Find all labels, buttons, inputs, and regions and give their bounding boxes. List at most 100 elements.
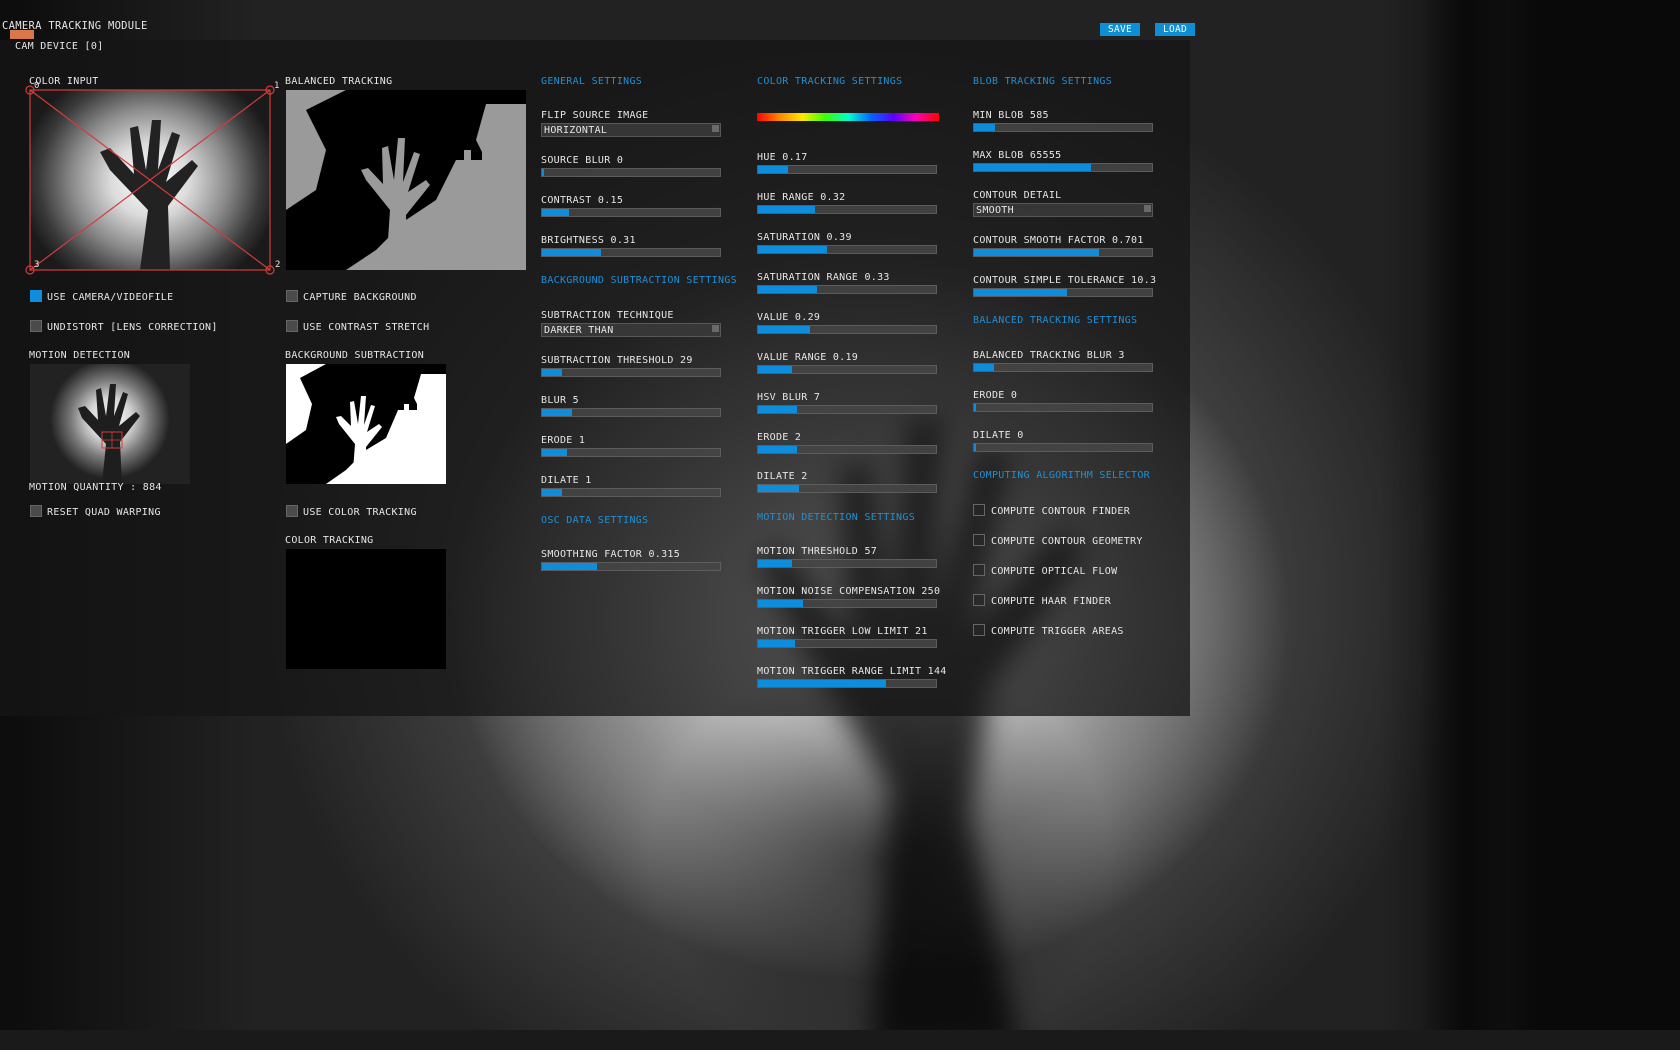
balanced-erode-slider[interactable]	[973, 403, 1153, 412]
capture-background-checkbox[interactable]	[286, 290, 298, 302]
slider-fill	[542, 449, 567, 456]
slider-fill	[542, 169, 544, 176]
silhouette-image-icon	[286, 364, 446, 484]
slider-fill	[974, 364, 994, 371]
load-button[interactable]: LOAD	[1155, 23, 1195, 36]
slider-fill	[758, 446, 798, 453]
use-color-tracking-checkbox[interactable]	[286, 505, 298, 517]
balanced-blur-slider[interactable]	[973, 363, 1153, 372]
use-camera-label: USE CAMERA/VIDEOFILE	[47, 292, 174, 303]
slider-fill	[542, 489, 562, 496]
contour-detail-value: SMOOTH	[976, 205, 1014, 216]
hue-range-slider[interactable]	[757, 205, 937, 214]
slider-label: DILATE 0	[973, 430, 1024, 441]
max-blob-slider[interactable]	[973, 163, 1153, 172]
min-blob-slider[interactable]	[973, 123, 1153, 132]
reset-quad-checkbox[interactable]	[30, 505, 42, 517]
contrast-stretch-label: USE CONTRAST STRETCH	[303, 322, 430, 333]
color-dilate-slider[interactable]	[757, 484, 937, 493]
blob-tracking-settings-title: BLOB TRACKING SETTINGS	[973, 76, 1113, 87]
quad-corner-label-0: 0	[34, 81, 40, 91]
brightness-slider[interactable]	[541, 248, 721, 257]
slider-label: BRIGHTNESS 0.31	[541, 235, 636, 246]
source-blur-slider[interactable]	[541, 168, 721, 177]
slider-label: CONTRAST 0.15	[541, 195, 624, 206]
background-subtraction-settings-title: BACKGROUND SUBTRACTION SETTINGS	[541, 275, 737, 286]
motion-threshold-slider[interactable]	[757, 559, 937, 568]
motion-trigger-low-slider[interactable]	[757, 639, 937, 648]
compute-haar-finder-checkbox[interactable]	[973, 594, 985, 606]
subtraction-technique-value: DARKER THAN	[544, 325, 614, 336]
slider-fill	[758, 246, 828, 253]
contrast-slider[interactable]	[541, 208, 721, 217]
balanced-tracking-title: BALANCED TRACKING	[285, 76, 393, 87]
color-erode-slider[interactable]	[757, 445, 937, 454]
motion-noise-slider[interactable]	[757, 599, 937, 608]
contour-detail-dropdown[interactable]: SMOOTH	[973, 203, 1153, 217]
slider-fill	[758, 166, 789, 173]
slider-fill	[974, 289, 1067, 296]
saturation-slider[interactable]	[757, 245, 937, 254]
slider-label: MOTION TRIGGER LOW LIMIT 21	[757, 626, 928, 637]
cam-device-label[interactable]: CAM DEVICE [0]	[15, 41, 104, 52]
subtraction-technique-dropdown[interactable]: DARKER THAN	[541, 323, 721, 337]
algorithm-item-label: COMPUTE CONTOUR FINDER	[991, 506, 1131, 517]
background-bottom-strip	[0, 1030, 1680, 1050]
smoothing-factor-slider[interactable]	[541, 562, 721, 571]
background-curtain-fold	[1420, 0, 1510, 1050]
slider-label: SATURATION RANGE 0.33	[757, 272, 890, 283]
slider-fill	[974, 164, 1092, 171]
contrast-stretch-checkbox[interactable]	[286, 320, 298, 332]
slider-label: SATURATION 0.39	[757, 232, 852, 243]
saturation-range-slider[interactable]	[757, 285, 937, 294]
use-camera-checkbox[interactable]	[30, 290, 42, 302]
motion-trigger-range-slider[interactable]	[757, 679, 937, 688]
save-button[interactable]: SAVE	[1100, 23, 1140, 36]
slider-label: MOTION NOISE COMPENSATION 250	[757, 586, 941, 597]
general-settings-title: GENERAL SETTINGS	[541, 76, 643, 87]
contour-detail-label: CONTOUR DETAIL	[973, 190, 1062, 201]
value-slider[interactable]	[757, 325, 937, 334]
slider-label: HUE 0.17	[757, 152, 808, 163]
balanced-dilate-slider[interactable]	[973, 443, 1153, 452]
undistort-checkbox[interactable]	[30, 320, 42, 332]
value-range-slider[interactable]	[757, 365, 937, 374]
algorithm-item-label: COMPUTE TRIGGER AREAS	[991, 626, 1124, 637]
dropdown-arrow-icon	[712, 125, 719, 132]
slider-label: HUE RANGE 0.32	[757, 192, 846, 203]
compute-contour-finder-checkbox[interactable]	[973, 504, 985, 516]
contour-smooth-slider[interactable]	[973, 248, 1153, 257]
osc-data-settings-title: OSC DATA SETTINGS	[541, 515, 649, 526]
quad-warp-overlay[interactable]	[24, 84, 276, 276]
bg-erode-slider[interactable]	[541, 448, 721, 457]
compute-optical-flow-checkbox[interactable]	[973, 564, 985, 576]
module-tab-marker[interactable]	[10, 30, 34, 39]
algorithm-item-label: COMPUTE HAAR FINDER	[991, 596, 1112, 607]
flip-source-dropdown[interactable]: HORIZONTAL	[541, 123, 721, 137]
slider-fill	[974, 444, 976, 451]
quad-corner-label-3: 3	[34, 260, 40, 270]
slider-fill	[758, 485, 799, 492]
quad-corner-label-2: 2	[275, 260, 281, 270]
algorithm-item-label: COMPUTE CONTOUR GEOMETRY	[991, 536, 1143, 547]
background-subtraction-image	[286, 364, 446, 484]
hsv-blur-slider[interactable]	[757, 405, 937, 414]
hue-slider[interactable]	[757, 165, 937, 174]
capture-background-label: CAPTURE BACKGROUND	[303, 292, 417, 303]
subtraction-threshold-slider[interactable]	[541, 368, 721, 377]
undistort-label: UNDISTORT [LENS CORRECTION]	[47, 322, 218, 333]
hand-image-icon	[78, 384, 140, 484]
balanced-tracking-image	[286, 90, 526, 270]
bg-blur-slider[interactable]	[541, 408, 721, 417]
slider-fill	[542, 209, 569, 216]
compute-contour-geometry-checkbox[interactable]	[973, 534, 985, 546]
quad-corner-label-1: 1	[274, 81, 280, 91]
hue-spectrum-bar	[757, 113, 939, 121]
contour-tolerance-slider[interactable]	[973, 288, 1153, 297]
slider-label: SMOOTHING FACTOR 0.315	[541, 549, 681, 560]
bg-dilate-slider[interactable]	[541, 488, 721, 497]
slider-fill	[758, 326, 810, 333]
flip-source-label: FLIP SOURCE IMAGE	[541, 110, 649, 121]
flip-source-value: HORIZONTAL	[544, 125, 608, 136]
compute-trigger-areas-checkbox[interactable]	[973, 624, 985, 636]
